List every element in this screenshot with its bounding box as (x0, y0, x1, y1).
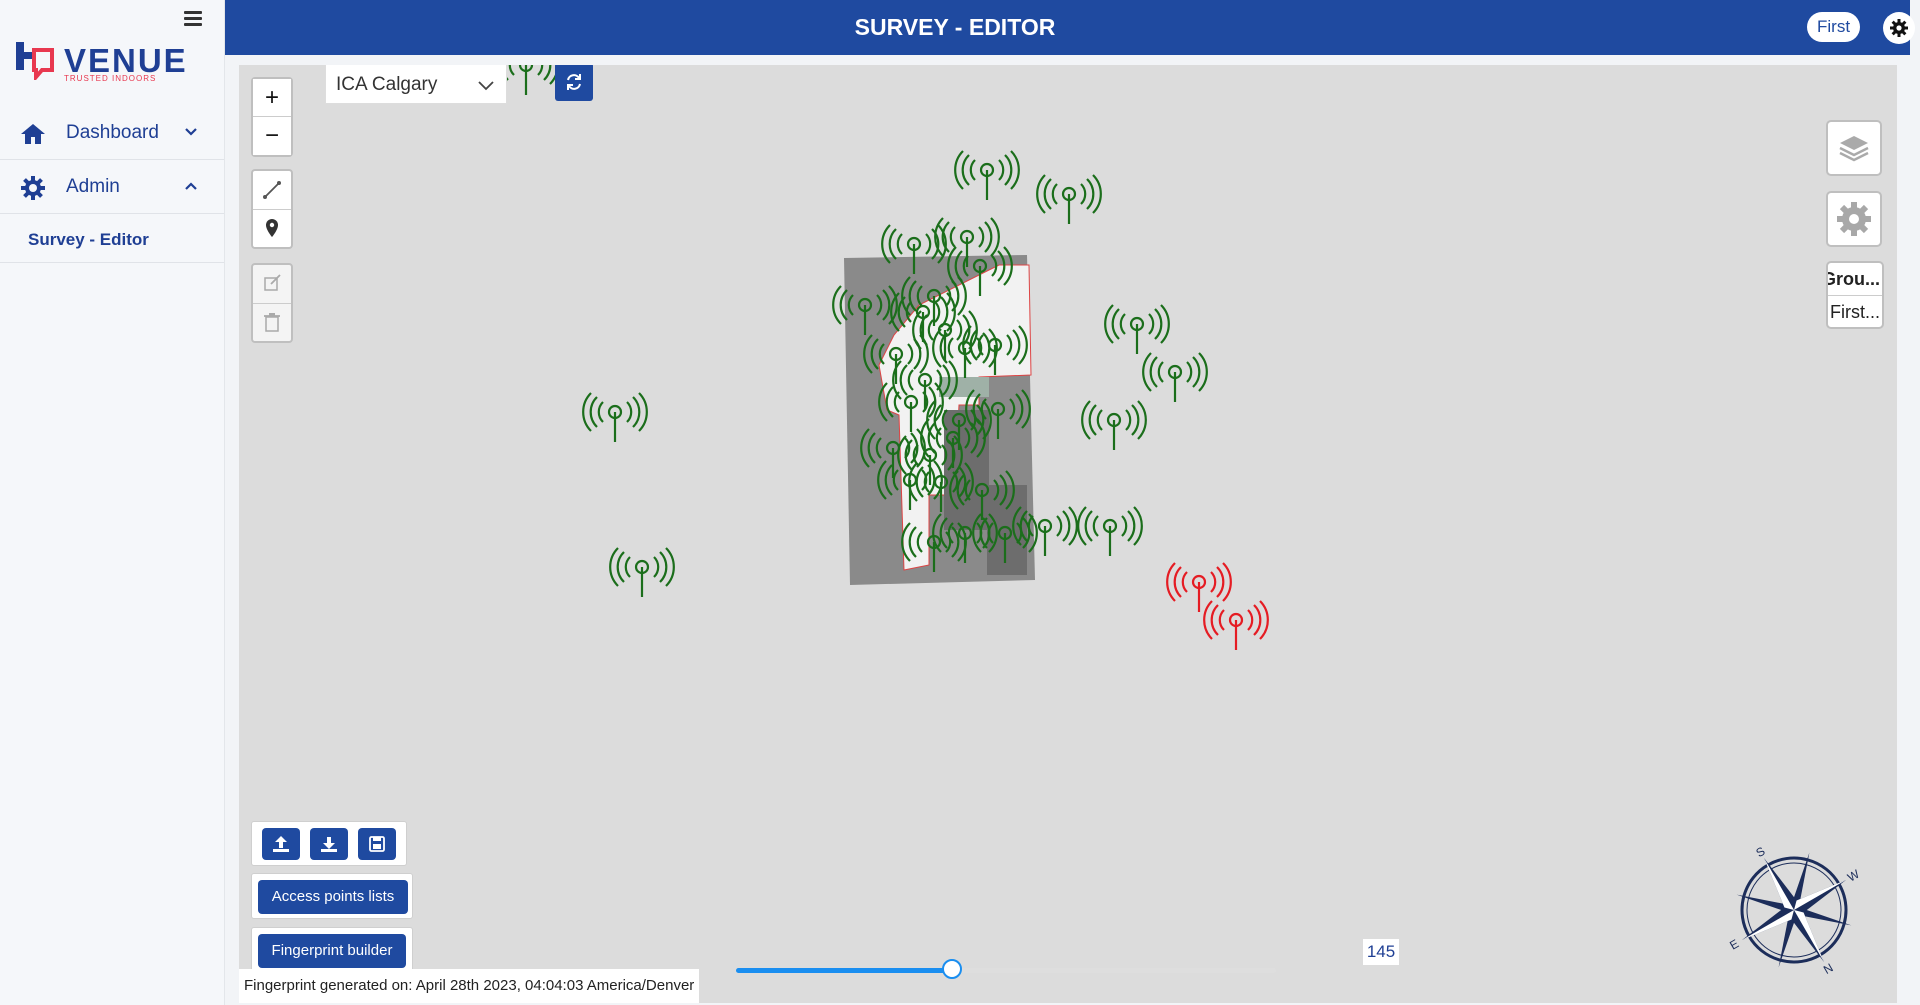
save-icon (369, 836, 385, 852)
delete-layers-button[interactable] (253, 303, 291, 341)
access-point-marker[interactable] (1104, 303, 1170, 356)
edit-layers-button[interactable] (253, 265, 291, 304)
fingerprint-generated-note: Fingerprint generated on: April 28th 202… (239, 969, 699, 1003)
sidebar-item-label: Dashboard (66, 122, 159, 143)
sidebar: VENUE TRUSTED INDOORS Dashboard Admin Su… (0, 0, 225, 1005)
refresh-button[interactable] (555, 65, 593, 101)
sidebar-subitem-label: Survey - Editor (28, 230, 149, 249)
sidebar-item-dashboard[interactable]: Dashboard (0, 107, 224, 160)
gear-icon (21, 176, 45, 200)
polyline-icon (263, 181, 281, 199)
compass-rose-icon: S W E N (1727, 844, 1862, 977)
user-menu-button[interactable]: First (1807, 12, 1861, 42)
venue-select[interactable]: ICA Calgary (325, 65, 507, 104)
upload-button[interactable] (262, 828, 300, 860)
access-point-marker-unmatched[interactable] (1203, 599, 1269, 652)
map-container: + − ICA Calgary rou... First... Access p… (225, 55, 1910, 1005)
fingerprint-box: Fingerprint builder (251, 927, 413, 973)
map-pin-icon (266, 219, 278, 237)
access-point-marker-unmatched[interactable] (1166, 561, 1232, 614)
floor-selector-panel[interactable]: Grou... First... (1826, 261, 1884, 329)
floor-group-label: Grou... (1828, 263, 1882, 296)
download-button[interactable] (310, 828, 348, 860)
sidebar-item-label: Admin (66, 176, 120, 197)
home-icon (21, 124, 45, 144)
save-button[interactable] (358, 828, 396, 860)
compass-letter-e: E (1727, 936, 1741, 952)
access-point-marker[interactable] (582, 391, 648, 444)
map-settings-button[interactable] (1826, 191, 1882, 247)
zoom-in-button[interactable]: + (253, 79, 291, 117)
draw-marker-button[interactable] (253, 209, 291, 247)
logo-tagline: TRUSTED INDOORS (64, 74, 157, 83)
compass-letter-n: N (1821, 960, 1836, 976)
chevron-up-icon (185, 182, 197, 190)
floor-option[interactable]: First... (1828, 296, 1882, 327)
page-title: SURVEY - EDITOR (854, 14, 1056, 40)
compass-letter-w: W (1845, 866, 1862, 884)
chevron-down-icon (185, 128, 197, 136)
layers-icon (1839, 136, 1869, 162)
access-point-marker[interactable] (609, 546, 675, 599)
access-points-box: Access points lists (251, 873, 413, 919)
access-point-marker[interactable] (954, 149, 1020, 202)
access-point-marker[interactable] (1077, 505, 1143, 558)
edit-icon (264, 274, 281, 291)
page-scrollbar[interactable] (1898, 55, 1910, 1005)
map-canvas[interactable]: + − ICA Calgary rou... First... Access p… (239, 65, 1897, 1003)
venue-select-value: ICA Calgary (336, 74, 438, 95)
upload-icon (273, 836, 289, 852)
settings-button[interactable] (1883, 12, 1915, 44)
layers-button[interactable] (1826, 120, 1882, 176)
zoom-control: + − (251, 77, 293, 157)
venue-logo: VENUE TRUSTED INDOORS (14, 38, 204, 88)
access-point-marker[interactable] (1036, 173, 1102, 226)
top-header: SURVEY - EDITOR First (225, 0, 1915, 55)
refresh-icon (567, 74, 581, 90)
compass-letter-s: S (1754, 844, 1768, 860)
logo-mark-icon (16, 42, 54, 80)
access-point-marker[interactable] (1142, 351, 1208, 404)
floorplan-building (844, 255, 1035, 585)
sidebar-item-admin[interactable]: Admin (0, 161, 224, 214)
trash-icon (264, 313, 280, 332)
access-points-lists-button[interactable]: Access points lists (258, 880, 408, 914)
hamburger-menu-icon[interactable] (184, 8, 202, 26)
gear-icon (1890, 19, 1908, 37)
chevron-down-icon (478, 81, 494, 91)
map-layer (493, 65, 1269, 652)
edit-toolbar (251, 263, 293, 343)
slider-value-label: 145 (1363, 939, 1399, 965)
draw-line-button[interactable] (253, 171, 291, 210)
access-point-marker[interactable] (1081, 399, 1147, 452)
download-icon (321, 837, 337, 852)
gear-icon (1837, 202, 1871, 236)
zoom-out-button[interactable]: − (253, 117, 291, 155)
time-slider[interactable] (736, 959, 1276, 979)
sidebar-subitem-survey-editor[interactable]: Survey - Editor (0, 216, 224, 263)
draw-toolbar (251, 169, 293, 249)
slider-fill (736, 968, 952, 973)
import-export-toolbar (251, 821, 407, 866)
fingerprint-builder-button[interactable]: Fingerprint builder (258, 934, 406, 968)
slider-thumb[interactable] (942, 959, 962, 979)
